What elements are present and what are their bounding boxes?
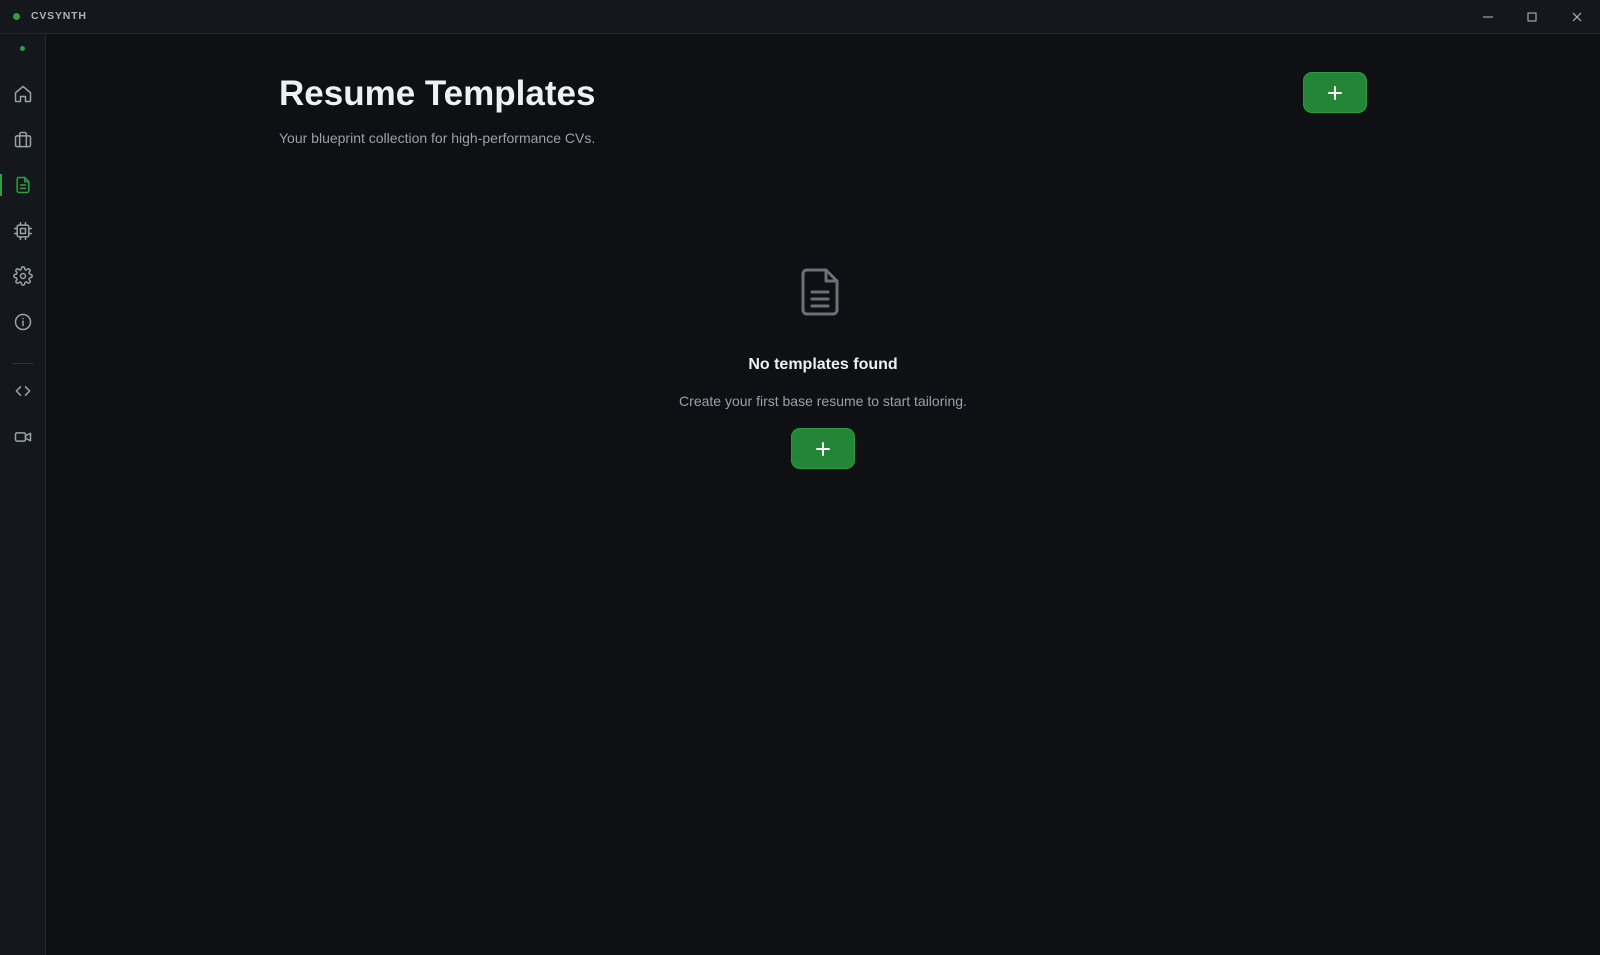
document-icon (15, 176, 30, 194)
plus-icon (1328, 85, 1342, 100)
empty-state-title: No templates found (748, 356, 898, 373)
gear-icon (12, 266, 33, 286)
sidebar-item-about[interactable] (0, 304, 45, 340)
file-text-icon (801, 268, 839, 316)
close-icon (1572, 12, 1582, 21)
empty-state-description: Create your first base resume to start t… (679, 393, 967, 409)
minimize-icon (1483, 15, 1493, 18)
briefcase-icon (14, 131, 31, 148)
code-icon (15, 386, 30, 396)
maximize-icon (1527, 11, 1537, 22)
app-name: CVSYNTH (31, 10, 87, 22)
title-bar: CVSYNTH (0, 0, 1600, 34)
page-title: Resume Templates (279, 74, 596, 113)
sidebar-item-templates[interactable] (0, 167, 45, 203)
sidebar-item-developer[interactable] (0, 373, 45, 409)
sidebar (0, 34, 46, 955)
cpu-icon (13, 221, 32, 241)
sidebar-item-settings[interactable] (0, 258, 45, 294)
page-subtitle: Your blueprint collection for high-perfo… (279, 130, 596, 146)
info-icon (14, 313, 31, 331)
video-icon (14, 432, 31, 442)
main-content: Resume Templates Your blueprint collecti… (46, 34, 1600, 955)
add-template-button[interactable] (1303, 72, 1367, 113)
sidebar-divider (12, 363, 34, 364)
sidebar-item-jobs[interactable] (0, 122, 45, 158)
sidebar-item-recording[interactable] (0, 419, 45, 455)
sidebar-item-ai[interactable] (0, 213, 45, 249)
maximize-button[interactable] (1510, 0, 1554, 33)
sidebar-item-home[interactable] (0, 76, 45, 112)
create-first-template-button[interactable] (791, 428, 855, 469)
status-dot-icon (13, 13, 20, 20)
plus-icon (816, 441, 830, 456)
minimize-button[interactable] (1466, 0, 1510, 33)
connection-status-icon (20, 46, 25, 51)
home-icon (14, 85, 31, 103)
close-button[interactable] (1555, 0, 1599, 33)
